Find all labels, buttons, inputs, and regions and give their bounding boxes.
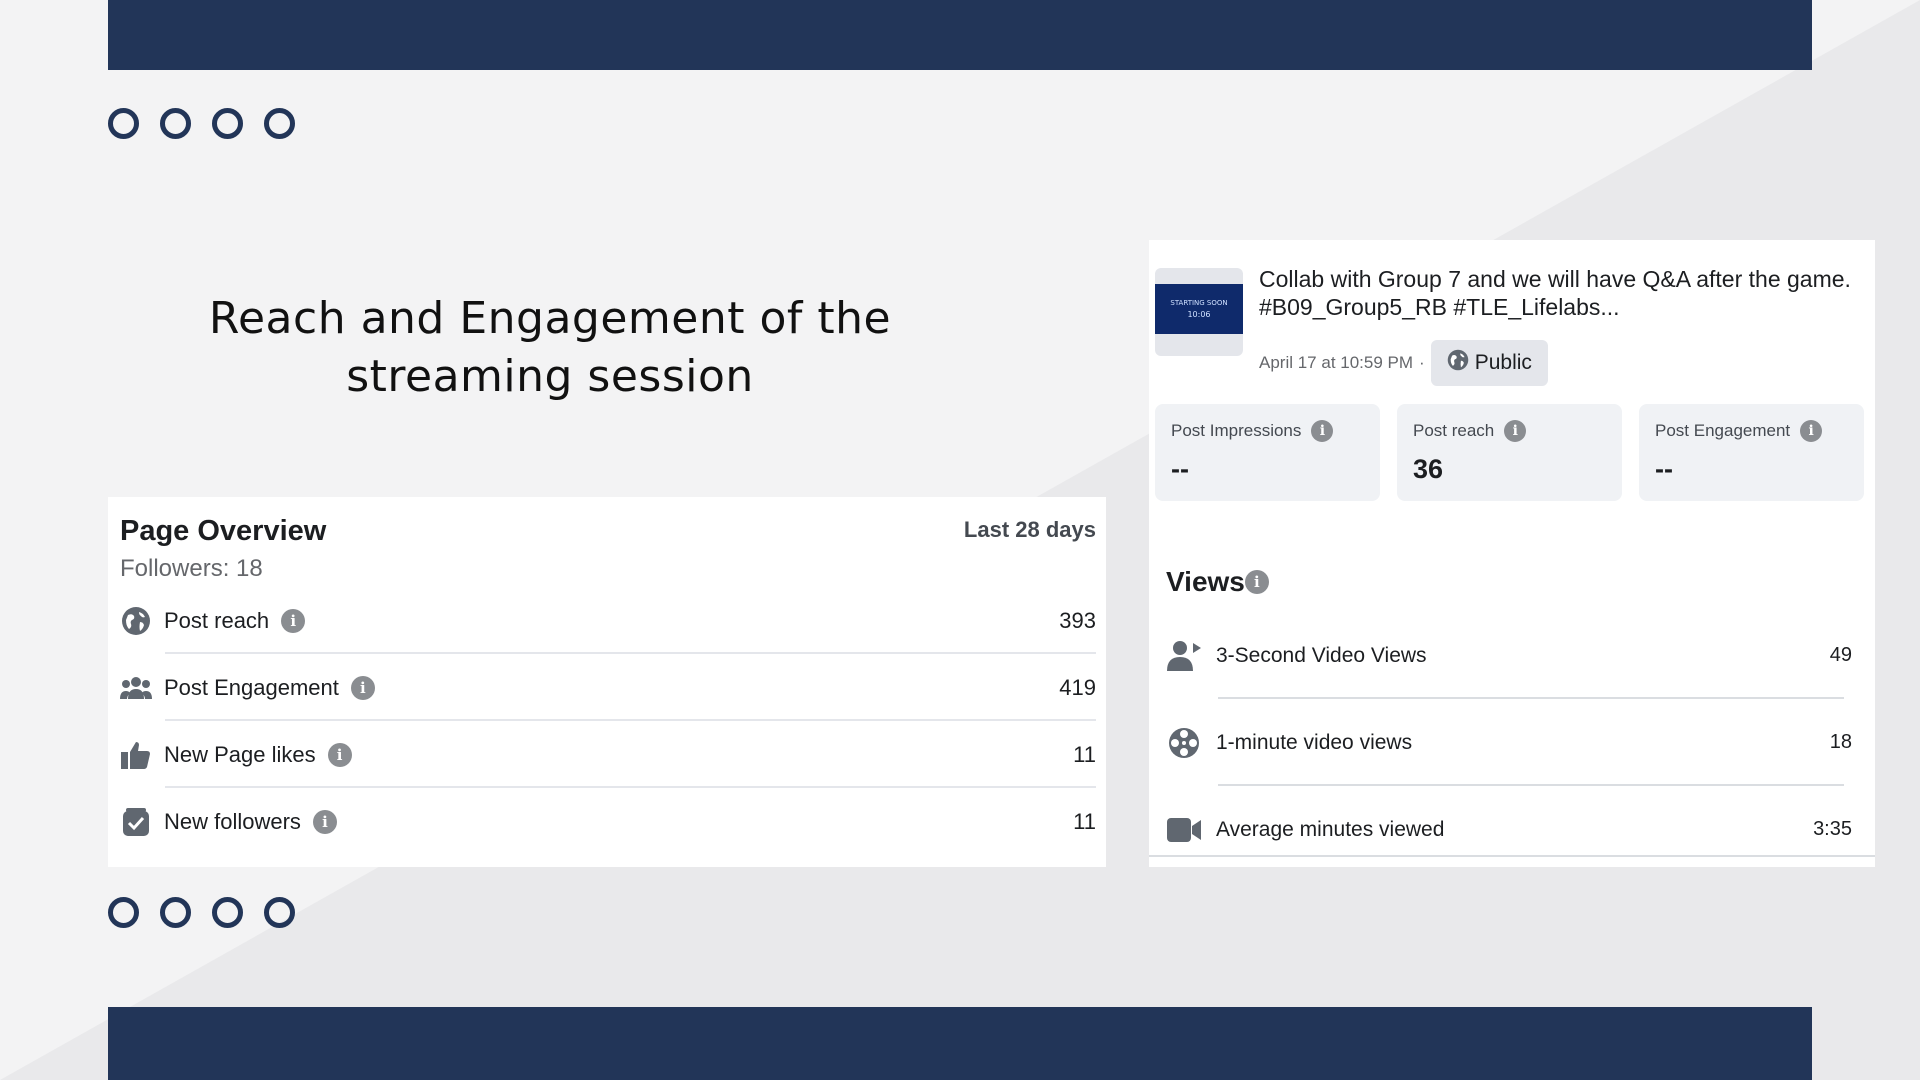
globe-icon — [120, 605, 152, 637]
globe-icon — [1447, 349, 1469, 377]
overview-row-label: Post Engagement — [164, 674, 339, 700]
ring-decoration — [264, 897, 295, 928]
overview-row-new-followers[interactable]: New followers i 11 — [120, 788, 1096, 855]
stat-value: -- — [1171, 454, 1189, 484]
followers-count: Followers: 18 — [120, 555, 263, 582]
ring-decoration — [160, 108, 191, 139]
post-meta: April 17 at 10:59 PM · Public — [1259, 340, 1548, 386]
views-title: Views — [1166, 566, 1245, 597]
overview-row-post-reach[interactable]: Post reach i 393 — [120, 587, 1096, 654]
film-reel-icon — [1166, 725, 1202, 761]
date-range-selector[interactable]: Last 28 days — [964, 517, 1096, 543]
overview-row-label: New Page likes — [164, 741, 316, 767]
ring-decoration — [160, 897, 191, 928]
stat-value: -- — [1655, 454, 1673, 484]
visibility-label: Public — [1474, 351, 1532, 374]
ring-decoration — [108, 108, 139, 139]
person-play-icon — [1166, 638, 1202, 674]
info-icon[interactable]: i — [327, 742, 352, 767]
overview-row-value: 419 — [1059, 674, 1096, 700]
views-row-3-second[interactable]: 3-Second Video Views 49 — [1166, 612, 1852, 699]
post-date[interactable]: April 17 at 10:59 PM — [1259, 353, 1413, 373]
post-caption[interactable]: Collab with Group 7 and we will have Q&A… — [1259, 265, 1859, 321]
thumbnail-timer: 10:06 — [1187, 310, 1211, 319]
info-icon[interactable]: i — [1311, 420, 1334, 442]
views-row-1-minute[interactable]: 1-minute video views 18 — [1166, 699, 1852, 786]
stat-card-engagement[interactable]: Post Engagement i -- — [1639, 404, 1864, 501]
ring-decoration — [212, 897, 243, 928]
stat-label: Post reach — [1413, 421, 1495, 440]
decorative-dots-top — [108, 108, 295, 139]
overview-row-label: New followers — [164, 808, 301, 834]
views-row-label: 1-minute video views — [1216, 730, 1413, 754]
info-icon[interactable]: i — [312, 809, 337, 834]
info-icon[interactable]: i — [1244, 570, 1269, 594]
post-stat-cards: Post Impressions i -- Post reach i 36 Post… — [1155, 404, 1864, 501]
views-header: Views i — [1166, 566, 1859, 598]
thumbs-up-icon — [120, 739, 152, 771]
bottom-navy-bar — [108, 1007, 1812, 1080]
stat-card-impressions[interactable]: Post Impressions i -- — [1155, 404, 1380, 501]
thumbnail-image: STARTING SOON 10:06 — [1155, 284, 1243, 334]
views-row-value: 18 — [1829, 731, 1852, 753]
stat-label: Post Impressions — [1171, 421, 1302, 440]
thumbnail-caption: STARTING SOON — [1170, 299, 1228, 307]
overview-row-value: 11 — [1073, 741, 1096, 767]
info-icon[interactable]: i — [1800, 420, 1823, 442]
overview-row-post-engagement[interactable]: Post Engagement i 419 — [120, 654, 1096, 721]
overview-row-value: 11 — [1073, 808, 1096, 834]
video-camera-icon — [1166, 812, 1202, 848]
views-row-value: 3:35 — [1813, 818, 1852, 840]
post-thumbnail[interactable]: STARTING SOON 10:06 — [1155, 268, 1243, 356]
ring-decoration — [108, 897, 139, 928]
people-icon — [120, 672, 152, 704]
page-overview-panel: Page Overview Followers: 18 Last 28 days… — [108, 497, 1106, 867]
info-icon[interactable]: i — [350, 675, 375, 700]
decorative-dots-bottom — [108, 897, 295, 928]
views-list: 3-Second Video Views 49 1-minute video v… — [1166, 612, 1852, 873]
page-overview-title: Page Overview — [120, 515, 327, 547]
overview-row-new-page-likes[interactable]: New Page likes i 11 — [120, 721, 1096, 788]
meta-separator: · — [1419, 353, 1425, 372]
overview-row-label: Post reach — [164, 607, 270, 633]
info-icon[interactable]: i — [281, 608, 306, 633]
slide-title: Reach and Engagement of the streaming se… — [208, 293, 892, 402]
info-icon[interactable]: i — [1504, 420, 1527, 442]
stat-label: Post Engagement — [1655, 421, 1791, 440]
views-row-label: 3-Second Video Views — [1216, 643, 1427, 667]
stat-card-reach[interactable]: Post reach i 36 — [1397, 404, 1622, 501]
page-overview-header: Page Overview Followers: 18 Last 28 days — [120, 497, 1096, 587]
overview-row-value: 393 — [1059, 607, 1096, 633]
stat-value: 36 — [1413, 454, 1444, 484]
ring-decoration — [212, 108, 243, 139]
ring-decoration — [264, 108, 295, 139]
views-row-label: Average minutes viewed — [1216, 817, 1445, 841]
visibility-button[interactable]: Public — [1430, 340, 1548, 386]
checkbox-icon — [120, 806, 152, 838]
panel-divider — [1149, 855, 1875, 857]
views-row-average-minutes[interactable]: Average minutes viewed 3:35 — [1166, 786, 1852, 873]
top-navy-bar — [108, 0, 1812, 70]
views-row-value: 49 — [1829, 644, 1852, 666]
post-insights-panel: STARTING SOON 10:06 Collab with Group 7 … — [1149, 240, 1875, 867]
